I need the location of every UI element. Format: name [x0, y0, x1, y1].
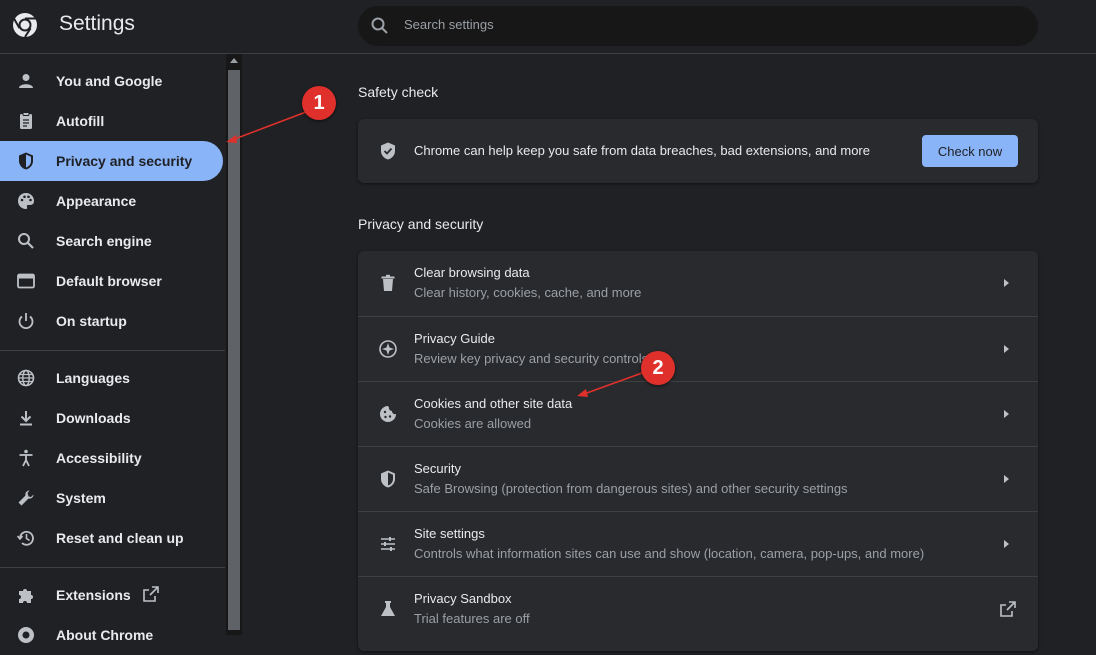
- chevron-right-icon: [1004, 279, 1009, 287]
- chevron-right-icon: [1004, 475, 1009, 483]
- sidebar-item-label: Reset and clean up: [56, 530, 184, 546]
- sidebar-item-label: Downloads: [56, 410, 131, 426]
- annotation-badge-2: 2: [641, 351, 675, 385]
- sidebar-item-privacy-and-security[interactable]: Privacy and security: [0, 141, 223, 181]
- power-icon: [18, 313, 34, 330]
- sidebar-divider: [0, 567, 225, 568]
- compass-icon: [379, 340, 397, 358]
- privacy-heading: Privacy and security: [358, 216, 484, 232]
- row-subtitle: Cookies are allowed: [414, 416, 532, 431]
- sidebar-item-reset-and-clean-up[interactable]: Reset and clean up: [0, 518, 223, 558]
- shield-icon: [19, 152, 33, 170]
- sidebar-item-label: On startup: [56, 313, 127, 329]
- row-title: Site settings: [414, 526, 485, 541]
- sidebar-item-search-engine[interactable]: Search engine: [0, 221, 223, 261]
- palette-icon: [18, 193, 34, 209]
- row-title: Clear browsing data: [414, 265, 530, 280]
- search-icon: [371, 17, 388, 34]
- sidebar-item-label: System: [56, 490, 106, 506]
- sidebar-item-autofill[interactable]: Autofill: [0, 101, 223, 141]
- sidebar-item-you-and-google[interactable]: You and Google: [0, 61, 223, 101]
- sidebar-item-accessibility[interactable]: Accessibility: [0, 438, 223, 478]
- sidebar-item-label: You and Google: [56, 73, 163, 89]
- search-icon: [18, 233, 34, 249]
- sidebar-item-appearance[interactable]: Appearance: [0, 181, 223, 221]
- row-title: Cookies and other site data: [414, 396, 573, 411]
- row-title: Security: [414, 461, 461, 476]
- clipboard-icon: [20, 112, 32, 129]
- sidebar-item-label: Appearance: [56, 193, 137, 209]
- flask-icon: [381, 601, 395, 616]
- row-privacy-sandbox[interactable]: Privacy Sandbox Trial features are off: [358, 576, 1038, 642]
- sidebar: You and Google Autofill Privacy and secu…: [0, 54, 225, 643]
- history-icon: [16, 530, 34, 546]
- safety-check-text: Chrome can help keep you safe from data …: [414, 143, 870, 158]
- wrench-icon: [18, 490, 34, 506]
- chrome-icon: [18, 627, 34, 643]
- sidebar-item-default-browser[interactable]: Default browser: [0, 261, 223, 301]
- row-title: Privacy Guide: [414, 331, 495, 346]
- sidebar-item-label: Autofill: [56, 113, 105, 129]
- safety-check-heading: Safety check: [358, 84, 439, 100]
- sidebar-item-label: About Chrome: [56, 627, 154, 643]
- top-bar: Settings Search settings: [0, 0, 1096, 54]
- sidebar-item-label: Privacy and security: [56, 153, 193, 169]
- shield-check-icon: [381, 142, 395, 160]
- cookie-icon: [380, 406, 396, 422]
- sidebar-item-on-startup[interactable]: On startup: [0, 301, 223, 341]
- scroll-up-arrow-icon[interactable]: [230, 58, 238, 63]
- open-in-new-icon: [143, 586, 159, 602]
- chrome-logo-icon: [13, 13, 37, 38]
- search-placeholder: Search settings: [404, 17, 494, 32]
- row-subtitle: Controls what information sites can use …: [414, 546, 925, 561]
- sidebar-item-about-chrome[interactable]: About Chrome: [0, 615, 223, 655]
- sidebar-scrollbar[interactable]: [226, 54, 242, 635]
- chevron-right-icon: [1004, 345, 1009, 353]
- sidebar-item-label: Extensions: [56, 587, 131, 603]
- annotation-badge-1: 1: [302, 86, 336, 120]
- row-subtitle: Trial features are off: [414, 611, 530, 626]
- sliders-icon: [381, 537, 395, 551]
- row-security[interactable]: Security Safe Browsing (protection from …: [358, 446, 1038, 512]
- sidebar-item-extensions[interactable]: Extensions: [0, 575, 223, 615]
- sidebar-item-downloads[interactable]: Downloads: [0, 398, 223, 438]
- annotation-arrow-1: [231, 111, 307, 141]
- row-site-settings[interactable]: Site settings Controls what information …: [358, 511, 1038, 577]
- row-privacy-guide[interactable]: Privacy Guide Review key privacy and sec…: [358, 316, 1038, 382]
- browser-icon: [17, 273, 35, 289]
- page-title: Settings: [59, 12, 135, 35]
- row-title: Privacy Sandbox: [414, 591, 512, 606]
- chevron-right-icon: [1004, 540, 1009, 548]
- row-subtitle: Clear history, cookies, cache, and more: [414, 285, 642, 300]
- chevron-right-icon: [1004, 410, 1009, 418]
- sidebar-item-system[interactable]: System: [0, 478, 223, 518]
- shield-icon: [381, 470, 395, 488]
- sidebar-item-languages[interactable]: Languages: [0, 358, 223, 398]
- accessibility-icon: [19, 449, 33, 467]
- globe-icon: [17, 369, 35, 387]
- download-icon: [20, 411, 32, 426]
- row-cookies-and-other-site-data[interactable]: Cookies and other site data Cookies are …: [358, 381, 1038, 447]
- scrollbar-thumb[interactable]: [228, 70, 240, 630]
- row-subtitle: Safe Browsing (protection from dangerous…: [414, 481, 848, 496]
- sidebar-divider: [0, 350, 225, 351]
- safety-check-card: Chrome can help keep you safe from data …: [358, 119, 1038, 183]
- row-subtitle: Review key privacy and security controls: [414, 351, 649, 366]
- open-in-new-icon: [1000, 601, 1016, 617]
- sidebar-item-label: Languages: [56, 370, 130, 386]
- puzzle-icon: [19, 589, 33, 603]
- check-now-button[interactable]: Check now: [922, 135, 1018, 167]
- sidebar-item-label: Search engine: [56, 233, 152, 249]
- sidebar-item-label: Default browser: [56, 273, 162, 289]
- person-icon: [19, 74, 33, 88]
- search-input[interactable]: Search settings: [358, 6, 1038, 46]
- privacy-card: Clear browsing data Clear history, cooki…: [358, 251, 1038, 651]
- row-clear-browsing-data[interactable]: Clear browsing data Clear history, cooki…: [358, 251, 1038, 316]
- trash-icon: [381, 274, 395, 291]
- sidebar-item-label: Accessibility: [56, 450, 142, 466]
